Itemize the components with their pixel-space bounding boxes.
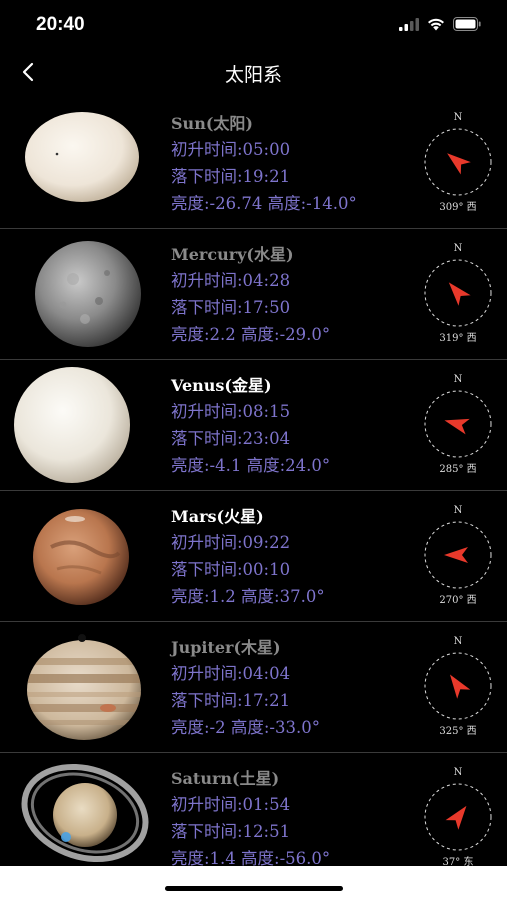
planet-name: Mercury(水星) <box>171 245 294 264</box>
planet-info: Mars(火星) 初升时间:09:22 落下时间:00:10 亮度:1.2 高度… <box>171 505 325 610</box>
planet-info: Sun(太阳) 初升时间:05:00 落下时间:19:21 亮度:-26.74 … <box>171 112 357 217</box>
compass-dial <box>424 259 492 327</box>
planet-name: Jupiter(木星) <box>171 638 281 657</box>
compass: N 309° 西 <box>418 112 498 214</box>
set-time: 落下时间:19:21 <box>171 167 291 186</box>
planet-row-jupiter[interactable]: Jupiter(木星) 初升时间:04:04 落下时间:17:21 亮度:-2 … <box>0 622 507 753</box>
heading-label: 309° 西 <box>439 202 477 213</box>
brightness-altitude: 亮度:-4.1 高度:24.0° <box>171 456 331 475</box>
home-indicator-area <box>0 866 507 900</box>
mars-image <box>33 509 129 605</box>
battery-icon <box>453 17 481 31</box>
direction-arrow-icon <box>444 547 468 563</box>
set-time: 落下时间:17:21 <box>171 691 291 710</box>
compass-dial <box>424 783 492 851</box>
heading-label: 319° 西 <box>439 333 477 344</box>
planet-row-mercury[interactable]: Mercury(水星) 初升时间:04:28 落下时间:17:50 亮度:2.2… <box>0 229 507 360</box>
nav-bar: 太阳系 <box>0 48 507 98</box>
planet-name: Saturn(土星) <box>171 769 280 788</box>
jupiter-image <box>27 634 141 740</box>
status-time: 20:40 <box>36 14 85 35</box>
rise-time: 初升时间:04:04 <box>171 664 291 683</box>
compass: N 270° 西 <box>418 505 498 607</box>
wifi-icon <box>428 18 444 30</box>
heading-label: 37° 东 <box>442 857 474 866</box>
brightness-altitude: 亮度:1.2 高度:37.0° <box>171 587 325 606</box>
heading-label: 325° 西 <box>439 726 477 737</box>
north-label: N <box>453 767 463 778</box>
north-label: N <box>453 505 463 516</box>
home-indicator[interactable] <box>165 886 343 891</box>
brightness-altitude: 亮度:-26.74 高度:-14.0° <box>171 194 357 213</box>
direction-arrow-icon <box>445 805 467 830</box>
brightness-altitude: 亮度:-2 高度:-33.0° <box>171 718 320 737</box>
rise-time: 初升时间:04:28 <box>171 271 291 290</box>
rise-time: 初升时间:01:54 <box>171 795 291 814</box>
compass-dial <box>424 521 492 589</box>
rise-time: 初升时间:08:15 <box>171 402 291 421</box>
planet-info: Jupiter(木星) 初升时间:04:04 落下时间:17:21 亮度:-2 … <box>171 636 320 741</box>
rise-time: 初升时间:05:00 <box>171 140 291 159</box>
compass: N 37° 东 <box>418 767 498 866</box>
planet-info: Saturn(土星) 初升时间:01:54 落下时间:12:51 亮度:1.4 … <box>171 767 330 866</box>
planet-row-venus[interactable]: Venus(金星) 初升时间:08:15 落下时间:23:04 亮度:-4.1 … <box>0 360 507 491</box>
planet-name: Mars(火星) <box>171 507 264 526</box>
status-bar: 20:40 <box>0 0 507 48</box>
brightness-altitude: 亮度:1.4 高度:-56.0° <box>171 849 331 866</box>
set-time: 落下时间:00:10 <box>171 560 291 579</box>
brightness-altitude: 亮度:2.2 高度:-29.0° <box>171 325 331 344</box>
page-title: 太阳系 <box>224 64 282 86</box>
set-time: 落下时间:23:04 <box>171 429 291 448</box>
compass-dial <box>424 128 492 196</box>
compass-dial <box>424 390 492 458</box>
venus-image <box>14 367 130 483</box>
north-label: N <box>453 112 463 123</box>
set-time: 落下时间:17:50 <box>171 298 291 317</box>
planet-info: Mercury(水星) 初升时间:04:28 落下时间:17:50 亮度:2.2… <box>171 243 330 348</box>
mercury-image <box>35 241 141 347</box>
direction-arrow-icon <box>449 674 471 699</box>
north-label: N <box>453 374 463 385</box>
direction-arrow-icon <box>444 418 470 435</box>
cellular-signal-icon <box>399 17 419 31</box>
heading-label: 285° 西 <box>439 464 477 475</box>
planet-name: Venus(金星) <box>171 376 272 395</box>
heading-label: 270° 西 <box>439 595 477 606</box>
planet-list: Sun(太阳) 初升时间:05:00 落下时间:19:21 亮度:-26.74 … <box>0 98 507 866</box>
planet-row-mars[interactable]: Mars(火星) 初升时间:09:22 落下时间:00:10 亮度:1.2 高度… <box>0 491 507 622</box>
status-icons <box>399 16 481 32</box>
set-time: 落下时间:12:51 <box>171 822 291 841</box>
rise-time: 初升时间:09:22 <box>171 533 291 552</box>
planet-row-sun[interactable]: Sun(太阳) 初升时间:05:00 落下时间:19:21 亮度:-26.74 … <box>0 98 507 229</box>
north-label: N <box>453 636 463 647</box>
compass: N 319° 西 <box>418 243 498 345</box>
planet-info: Venus(金星) 初升时间:08:15 落下时间:23:04 亮度:-4.1 … <box>171 374 330 479</box>
direction-arrow-icon <box>447 153 471 175</box>
direction-arrow-icon <box>448 282 471 306</box>
compass: N 325° 西 <box>418 636 498 738</box>
planet-name: Sun(太阳) <box>171 114 253 133</box>
compass-dial <box>424 652 492 720</box>
north-label: N <box>453 243 463 254</box>
compass: N 285° 西 <box>418 374 498 476</box>
sun-image <box>25 112 139 202</box>
saturn-image <box>21 763 149 863</box>
planet-row-saturn[interactable]: Saturn(土星) 初升时间:01:54 落下时间:12:51 亮度:1.4 … <box>0 753 507 866</box>
